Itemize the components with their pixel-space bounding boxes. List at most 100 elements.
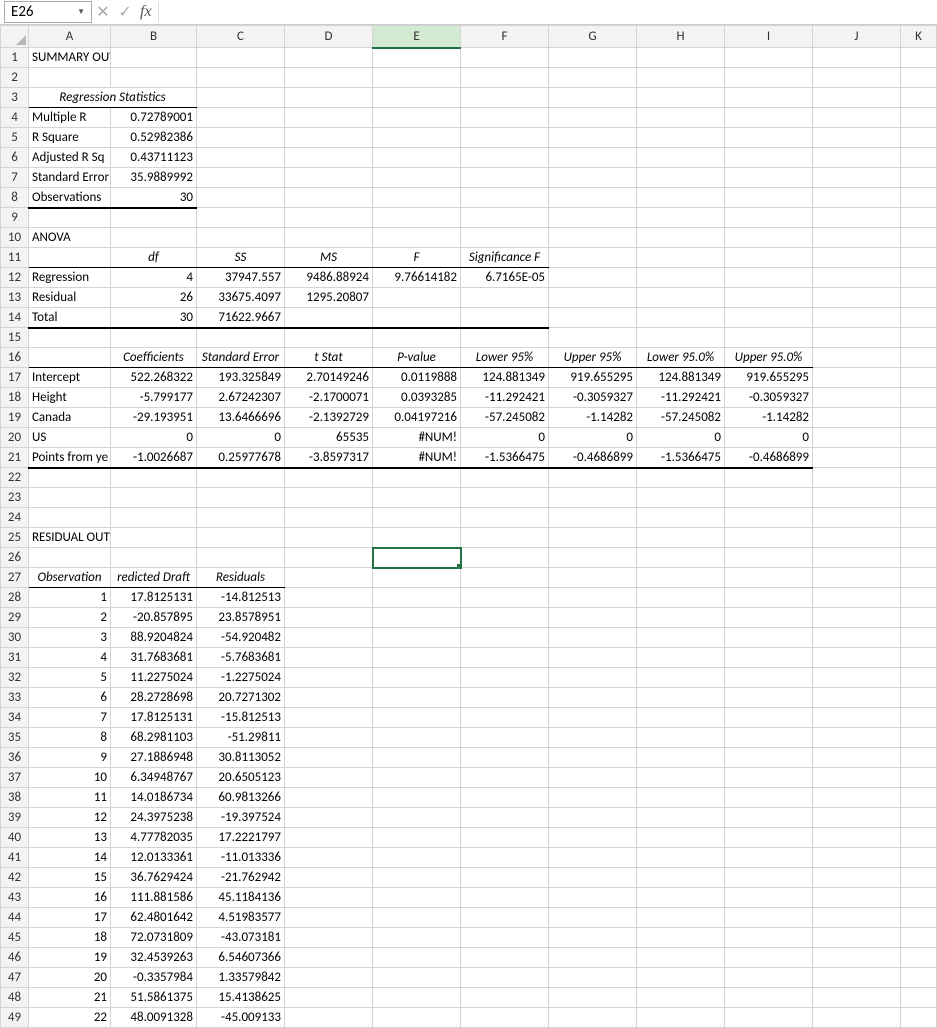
cell-B41[interactable]: 12.0133361	[111, 848, 197, 868]
cell-K47[interactable]	[901, 968, 937, 988]
cell-J11[interactable]	[813, 248, 901, 268]
row-header-7[interactable]: 7	[1, 168, 29, 188]
cell-C30[interactable]: -54.920482	[197, 628, 285, 648]
row-header-41[interactable]: 41	[1, 848, 29, 868]
cell-G38[interactable]	[549, 788, 637, 808]
cell-D19[interactable]: -2.1392729	[285, 408, 373, 428]
cell-I41[interactable]	[725, 848, 813, 868]
cell-H18[interactable]: -11.292421	[637, 388, 725, 408]
cell-C26[interactable]	[197, 548, 285, 568]
cell-K48[interactable]	[901, 988, 937, 1008]
cell-H14[interactable]	[637, 308, 725, 328]
cell-G23[interactable]	[549, 488, 637, 508]
cell-F27[interactable]	[461, 568, 549, 588]
cell-C32[interactable]: -1.2275024	[197, 668, 285, 688]
cell-C21[interactable]: 0.25977678	[197, 448, 285, 468]
cell-B30[interactable]: 88.9204824	[111, 628, 197, 648]
cell-E35[interactable]	[373, 728, 461, 748]
cell-K3[interactable]	[901, 88, 937, 108]
cell-F34[interactable]	[461, 708, 549, 728]
cell-C11[interactable]: SS	[197, 248, 285, 268]
cell-K25[interactable]	[901, 528, 937, 548]
cell-D39[interactable]	[285, 808, 373, 828]
cell-E23[interactable]	[373, 488, 461, 508]
cell-K34[interactable]	[901, 708, 937, 728]
cell-F37[interactable]	[461, 768, 549, 788]
cell-B29[interactable]: -20.857895	[111, 608, 197, 628]
cell-J22[interactable]	[813, 468, 901, 488]
cell-F48[interactable]	[461, 988, 549, 1008]
cell-C22[interactable]	[197, 468, 285, 488]
cell-F47[interactable]	[461, 968, 549, 988]
cell-F46[interactable]	[461, 948, 549, 968]
cell-J45[interactable]	[813, 928, 901, 948]
cell-A5[interactable]: R Square	[29, 128, 111, 148]
cell-F40[interactable]	[461, 828, 549, 848]
cell-K24[interactable]	[901, 508, 937, 528]
row-header-14[interactable]: 14	[1, 308, 29, 328]
cell-J37[interactable]	[813, 768, 901, 788]
cell-A40[interactable]: 13	[29, 828, 111, 848]
cell-A15[interactable]	[29, 328, 111, 348]
cell-F32[interactable]	[461, 668, 549, 688]
cell-J42[interactable]	[813, 868, 901, 888]
cell-I23[interactable]	[725, 488, 813, 508]
cell-F44[interactable]	[461, 908, 549, 928]
cell-G14[interactable]	[549, 308, 637, 328]
cell-A9[interactable]	[29, 208, 111, 228]
cell-C48[interactable]: 15.4138625	[197, 988, 285, 1008]
cell-K8[interactable]	[901, 188, 937, 208]
cell-J1[interactable]	[813, 48, 901, 68]
cell-I31[interactable]	[725, 648, 813, 668]
cell-E46[interactable]	[373, 948, 461, 968]
cell-G1[interactable]	[549, 48, 637, 68]
cell-H36[interactable]	[637, 748, 725, 768]
cell-H29[interactable]	[637, 608, 725, 628]
cell-K39[interactable]	[901, 808, 937, 828]
cell-H38[interactable]	[637, 788, 725, 808]
cell-J43[interactable]	[813, 888, 901, 908]
cell-J44[interactable]	[813, 908, 901, 928]
cell-E40[interactable]	[373, 828, 461, 848]
cell-E17[interactable]: 0.0119888	[373, 368, 461, 388]
cell-G47[interactable]	[549, 968, 637, 988]
cell-K10[interactable]	[901, 228, 937, 248]
cell-C6[interactable]	[197, 148, 285, 168]
cell-D28[interactable]	[285, 588, 373, 608]
cell-A35[interactable]: 8	[29, 728, 111, 748]
cell-I3[interactable]	[725, 88, 813, 108]
cell-D5[interactable]	[285, 128, 373, 148]
row-header-19[interactable]: 19	[1, 408, 29, 428]
cell-B11[interactable]: df	[111, 248, 197, 268]
cell-A34[interactable]: 7	[29, 708, 111, 728]
cell-C8[interactable]	[197, 188, 285, 208]
select-all-corner[interactable]	[1, 26, 29, 48]
cell-J41[interactable]	[813, 848, 901, 868]
cell-F18[interactable]: -11.292421	[461, 388, 549, 408]
row-header-38[interactable]: 38	[1, 788, 29, 808]
cell-E27[interactable]	[373, 568, 461, 588]
cell-F9[interactable]	[461, 208, 549, 228]
cell-G26[interactable]	[549, 548, 637, 568]
row-header-17[interactable]: 17	[1, 368, 29, 388]
cell-A48[interactable]: 21	[29, 988, 111, 1008]
cell-K36[interactable]	[901, 748, 937, 768]
cell-K26[interactable]	[901, 548, 937, 568]
row-header-48[interactable]: 48	[1, 988, 29, 1008]
cell-A39[interactable]: 12	[29, 808, 111, 828]
col-header-D[interactable]: D	[285, 26, 373, 48]
cell-A47[interactable]: 20	[29, 968, 111, 988]
cell-K43[interactable]	[901, 888, 937, 908]
row-header-27[interactable]: 27	[1, 568, 29, 588]
cell-D25[interactable]	[285, 528, 373, 548]
cell-F13[interactable]	[461, 288, 549, 308]
cell-B38[interactable]: 14.0186734	[111, 788, 197, 808]
row-header-16[interactable]: 16	[1, 348, 29, 368]
cell-D37[interactable]	[285, 768, 373, 788]
cell-G2[interactable]	[549, 68, 637, 88]
cell-A31[interactable]: 4	[29, 648, 111, 668]
cell-G27[interactable]	[549, 568, 637, 588]
cell-J12[interactable]	[813, 268, 901, 288]
cell-H32[interactable]	[637, 668, 725, 688]
cell-A4[interactable]: Multiple R	[29, 108, 111, 128]
